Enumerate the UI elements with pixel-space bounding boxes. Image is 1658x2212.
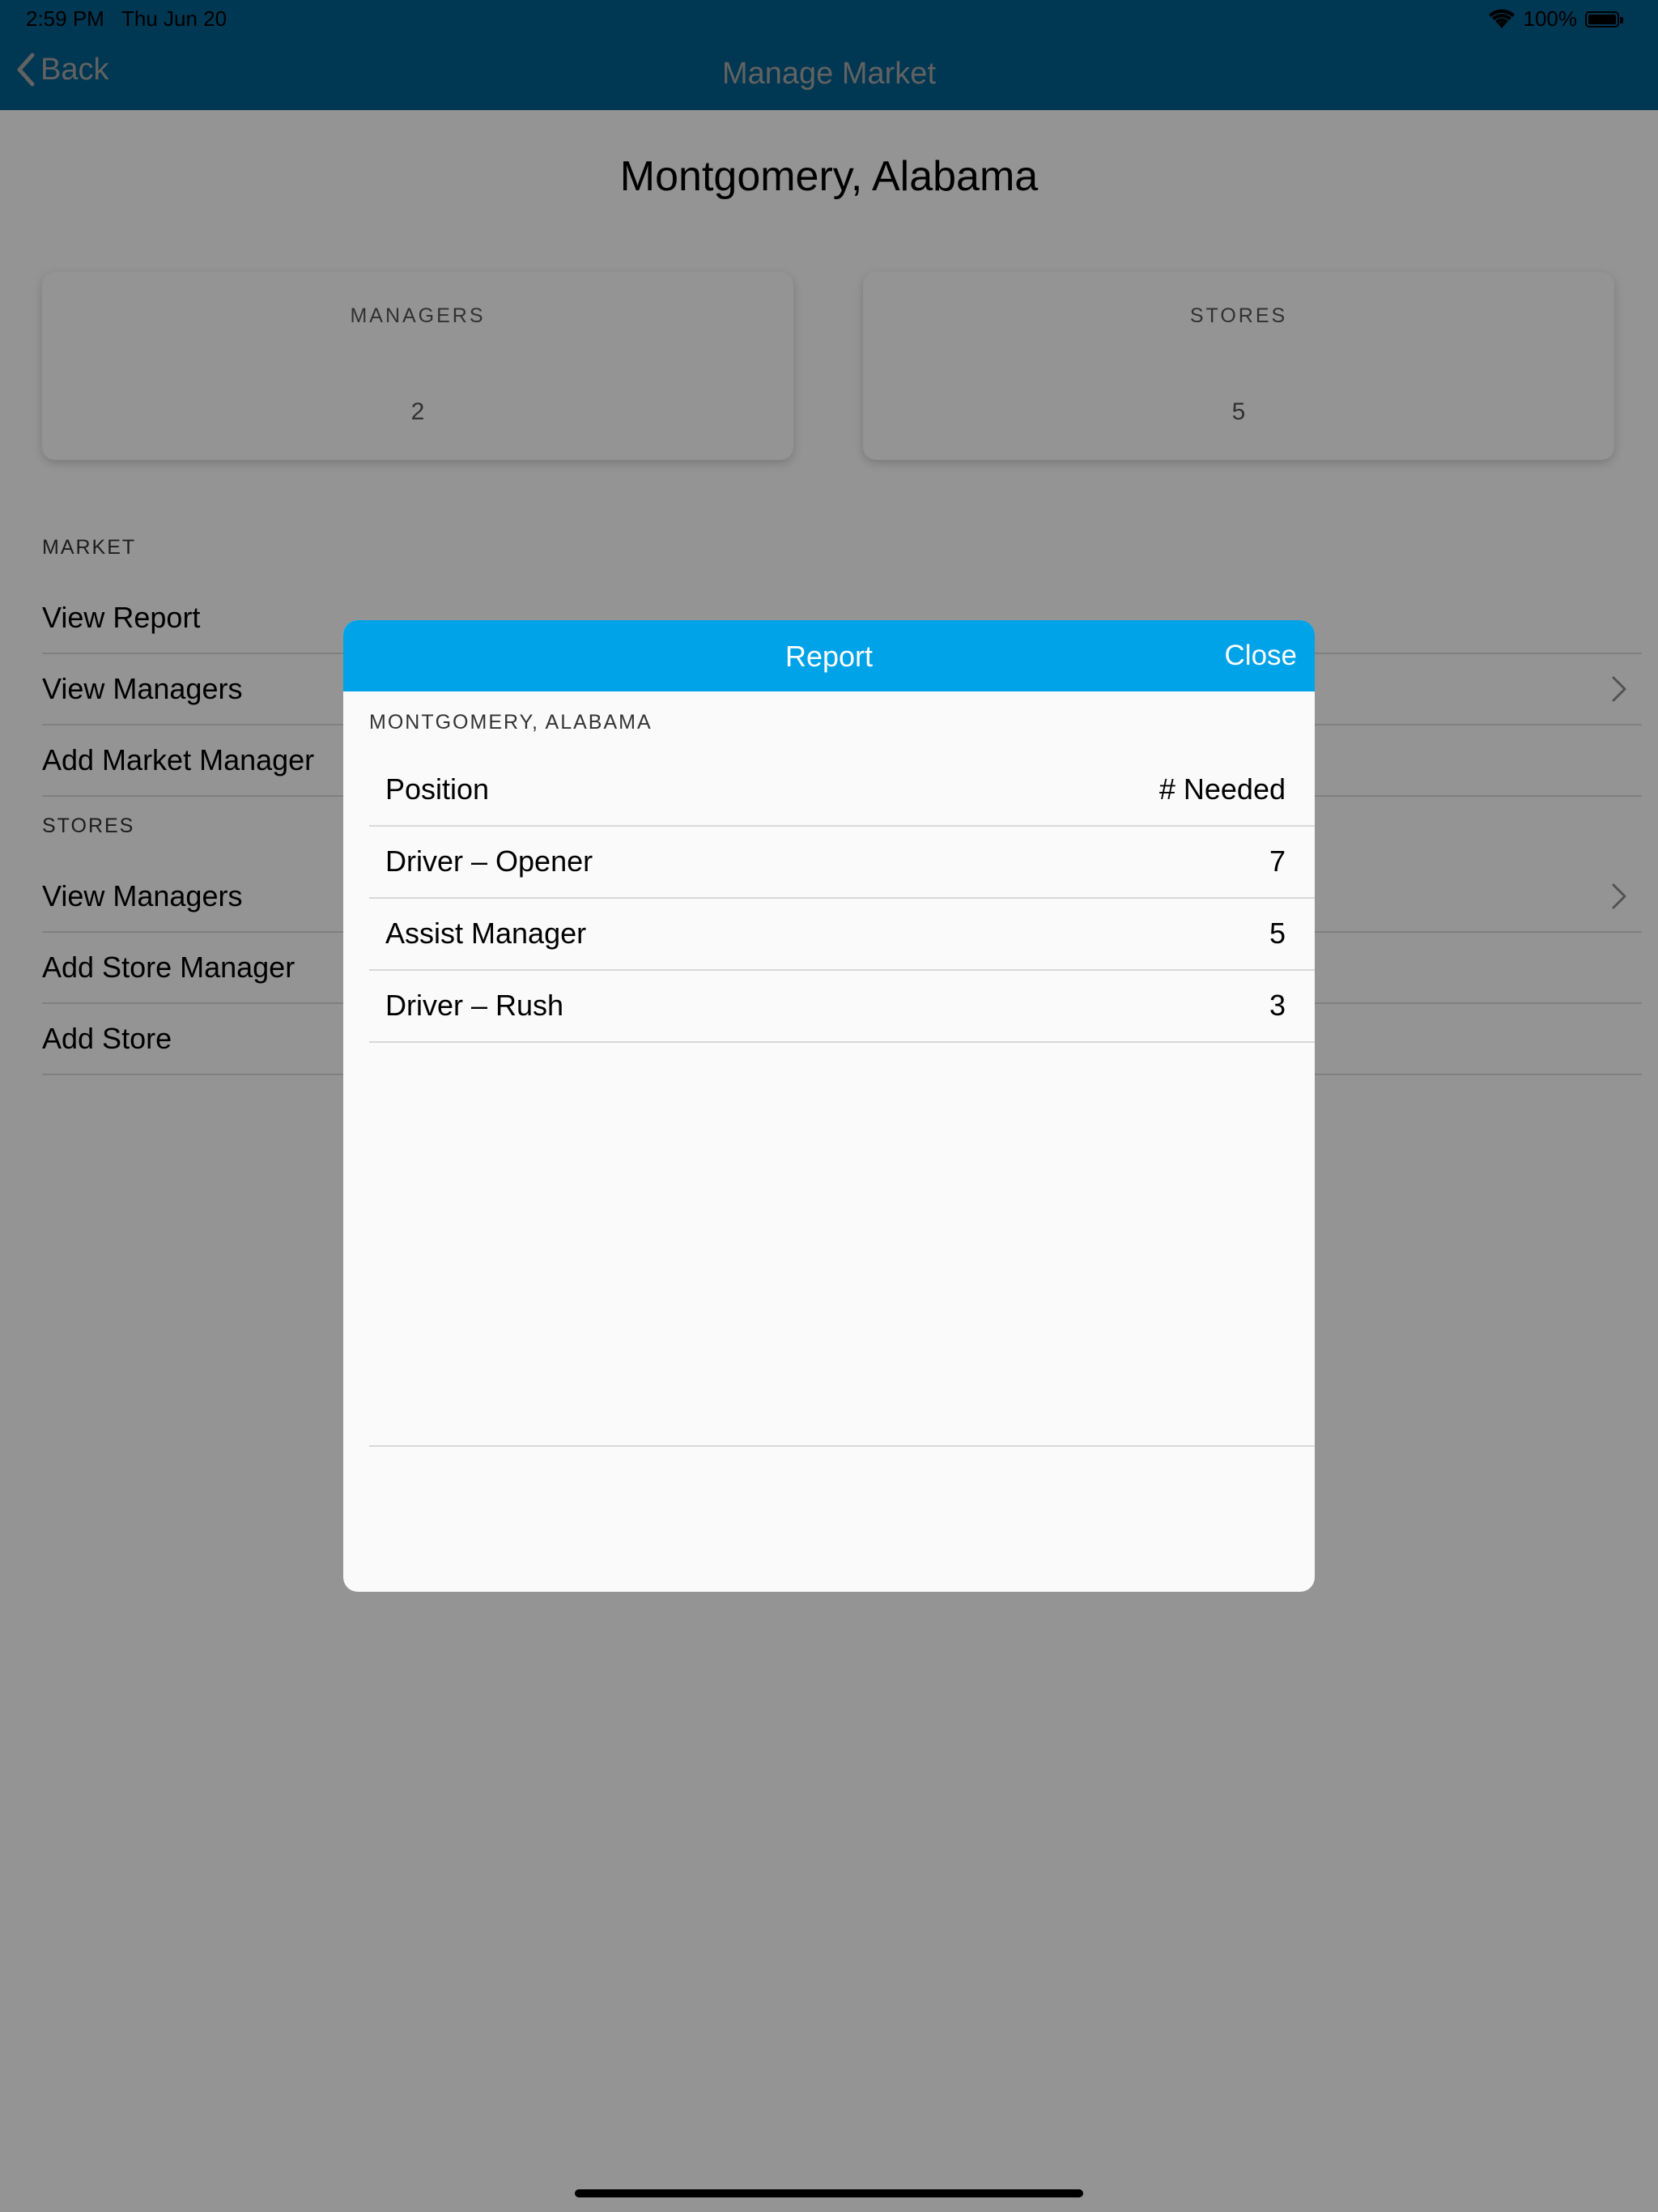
table-row: Driver – Rush 3: [369, 971, 1315, 1043]
needed-cell: 3: [1269, 989, 1286, 1022]
report-table: Position # Needed Driver – Opener 7 Assi…: [343, 620, 1315, 1592]
table-row: Assist Manager 5: [369, 899, 1315, 971]
needed-cell: 7: [1269, 844, 1286, 878]
column-header-position: Position: [385, 772, 490, 806]
table-row: Driver – Opener 7: [369, 827, 1315, 899]
position-cell: Assist Manager: [385, 917, 587, 950]
position-cell: Driver – Rush: [385, 989, 564, 1022]
table-header-row: Position # Needed: [369, 755, 1315, 827]
position-cell: Driver – Opener: [385, 844, 593, 878]
needed-cell: 5: [1269, 917, 1286, 950]
column-header-needed: # Needed: [1158, 772, 1286, 806]
home-indicator[interactable]: [575, 2189, 1083, 2197]
